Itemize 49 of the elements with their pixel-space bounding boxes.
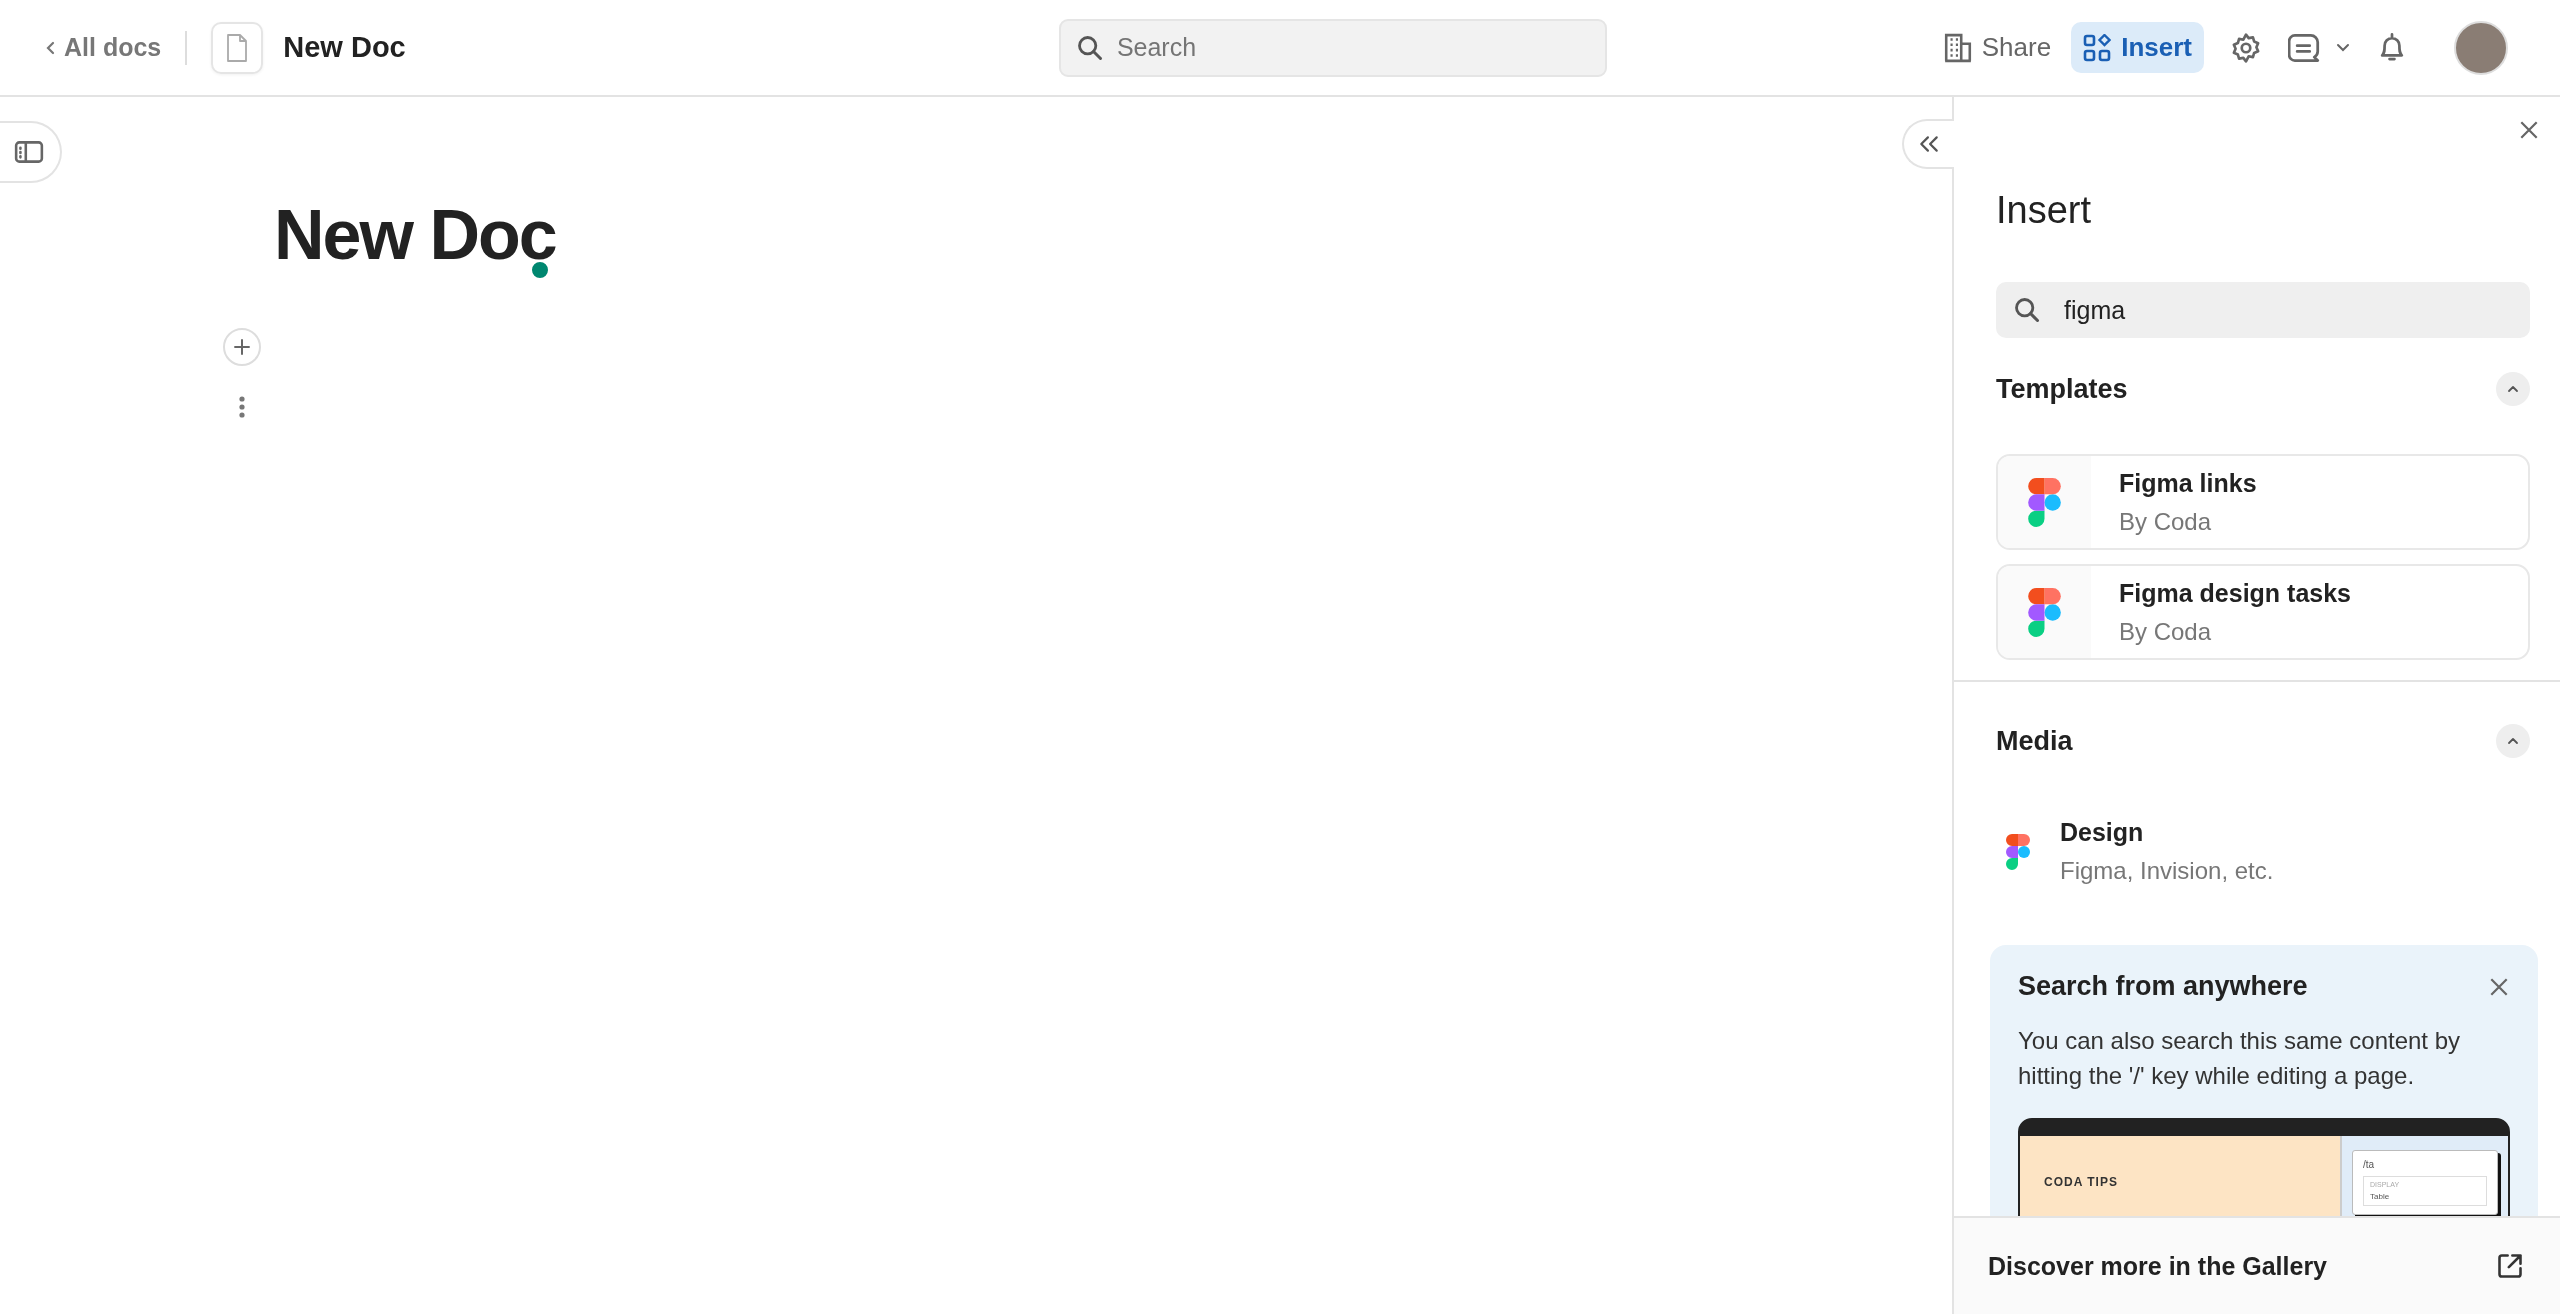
sidebar-icon <box>14 140 44 164</box>
template-card[interactable]: Figma links By Coda <box>1996 454 2530 550</box>
close-icon[interactable] <box>2518 119 2540 141</box>
comment-icon[interactable] <box>2288 31 2320 64</box>
chevron-icon <box>46 39 56 56</box>
search-icon <box>1075 33 1104 62</box>
avatar[interactable] <box>2454 20 2508 75</box>
template-author: By Coda <box>2119 617 2213 646</box>
grid-icon <box>2083 33 2112 62</box>
tip-title: Search from anywhere <box>2018 971 2308 1002</box>
preview-option: Table <box>2370 1191 2480 1201</box>
all-docs-link[interactable]: All docs <box>46 33 162 62</box>
plus-icon <box>231 336 253 358</box>
section-heading: Templates <box>1996 373 2128 405</box>
section-heading: Media <box>1996 725 2073 757</box>
gallery-link[interactable]: Discover more in the Gallery <box>1988 1251 2328 1281</box>
template-author: By Coda <box>2119 507 2213 536</box>
insert-search-field[interactable]: figma <box>1996 282 2530 338</box>
sidebar-toggle-button[interactable] <box>0 121 62 183</box>
document-icon <box>225 32 250 63</box>
template-name: Figma design tasks <box>2119 578 2352 608</box>
preview-query: /ta <box>2363 1158 2376 1170</box>
preview-label: CODA TIPS <box>2044 1174 2118 1189</box>
settings-icon[interactable] <box>2230 31 2262 64</box>
panel-title: Insert <box>1996 189 2093 232</box>
media-item-description: Figma, Invision, etc. <box>2060 857 2274 885</box>
search-field[interactable]: Search <box>1058 18 1607 77</box>
more-options-icon[interactable] <box>239 396 245 418</box>
search-icon <box>2013 296 2041 324</box>
tip-text: You can also search this same content by hitting the '/' key while editing a page. <box>2018 1026 2462 1091</box>
collapse-panel-button[interactable] <box>1902 119 1954 169</box>
insert-button[interactable]: Insert <box>2071 22 2204 73</box>
template-card[interactable]: Figma design tasks By Coda <box>1996 564 2530 660</box>
dropdown-caret-icon[interactable] <box>2336 42 2350 53</box>
add-block-button[interactable] <box>223 328 261 366</box>
figma-logo-icon <box>2006 833 2030 870</box>
doc-title: New Doc <box>283 31 406 64</box>
figma-logo-icon <box>2028 587 2061 637</box>
share-button[interactable]: Share <box>1939 24 2056 71</box>
double-chevron-icon <box>1918 135 1940 153</box>
figma-logo-icon <box>2028 477 2061 527</box>
page-title[interactable]: New Doc <box>274 200 556 270</box>
external-link-icon[interactable] <box>2496 1252 2524 1280</box>
building-icon <box>1943 32 1972 63</box>
section-collapse-button[interactable] <box>2496 372 2530 406</box>
template-name: Figma links <box>2119 468 2257 498</box>
media-item-name[interactable]: Design <box>2060 818 2274 847</box>
section-collapse-button[interactable] <box>2496 724 2530 758</box>
collaborator-cursor-icon <box>529 260 550 280</box>
